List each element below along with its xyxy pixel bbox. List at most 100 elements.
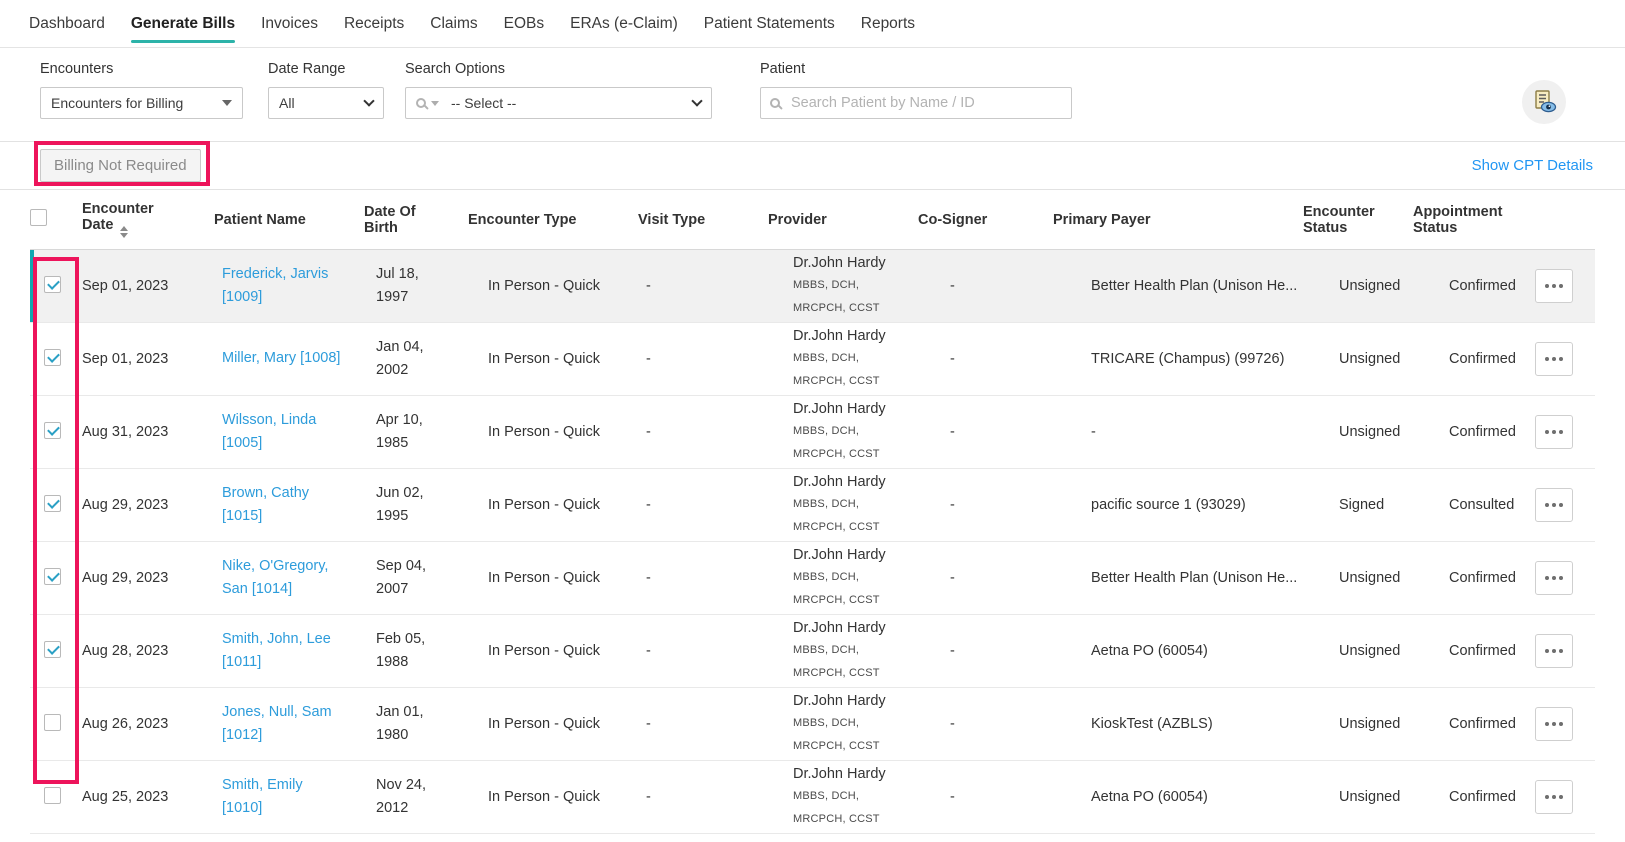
appointment-status: Confirmed bbox=[1449, 570, 1516, 586]
patient-name-link[interactable]: Miller, Mary [1008] bbox=[222, 347, 344, 370]
table-header-row: Encounter Date Patient Name Date Of Birt… bbox=[30, 190, 1595, 250]
visit-type-cell: - bbox=[638, 497, 768, 513]
show-cpt-details-link[interactable]: Show CPT Details bbox=[1472, 157, 1593, 174]
provider-name: Dr.John Hardy bbox=[793, 399, 918, 419]
sort-arrows-icon[interactable] bbox=[120, 226, 128, 238]
provider-name: Dr.John Hardy bbox=[793, 545, 918, 565]
encounter-status: Unsigned bbox=[1339, 570, 1400, 586]
row-actions-button[interactable] bbox=[1535, 342, 1573, 376]
ellipsis-icon bbox=[1559, 795, 1563, 799]
patient-name-link[interactable]: Wilsson, Linda [1005] bbox=[222, 409, 344, 455]
row-actions-button[interactable] bbox=[1535, 561, 1573, 595]
encounter-date: Aug 28, 2023 bbox=[82, 643, 168, 659]
select-all-cell bbox=[30, 201, 82, 238]
header-patient-name: Patient Name bbox=[214, 204, 364, 236]
row-actions-button[interactable] bbox=[1535, 415, 1573, 449]
row-checkbox[interactable] bbox=[44, 495, 61, 512]
row-checkbox[interactable] bbox=[44, 276, 61, 293]
nav-patient-statements[interactable]: Patient Statements bbox=[691, 0, 848, 47]
row-actions-button[interactable] bbox=[1535, 634, 1573, 668]
row-checkbox[interactable] bbox=[44, 422, 61, 439]
bill-preview-button[interactable] bbox=[1522, 80, 1566, 124]
visit-type-cell: - bbox=[638, 351, 768, 367]
patient-name-link[interactable]: Smith, John, Lee [1011] bbox=[222, 628, 344, 674]
primary-payer: Better Health Plan (Unison He... bbox=[1091, 278, 1297, 294]
provider-credentials: MBBS, DCH, MRCPCH, CCST bbox=[793, 274, 887, 319]
nav-claims[interactable]: Claims bbox=[417, 0, 490, 47]
ellipsis-icon bbox=[1559, 503, 1563, 507]
nav-eras-eclaim[interactable]: ERAs (e-Claim) bbox=[557, 0, 691, 47]
provider-cell: Dr.John Hardy MBBS, DCH, MRCPCH, CCST bbox=[768, 399, 918, 465]
appointment-status: Confirmed bbox=[1449, 278, 1516, 294]
provider-credentials: MBBS, DCH, MRCPCH, CCST bbox=[793, 347, 887, 392]
nav-dashboard[interactable]: Dashboard bbox=[16, 0, 118, 47]
nav-eobs[interactable]: EOBs bbox=[491, 0, 557, 47]
encounter-status-cell: Unsigned bbox=[1303, 789, 1413, 805]
patient-name-link[interactable]: Brown, Cathy [1015] bbox=[222, 482, 344, 528]
provider-name: Dr.John Hardy bbox=[793, 472, 918, 492]
co-signer-cell: - bbox=[918, 351, 1053, 367]
ellipsis-icon bbox=[1545, 649, 1549, 653]
chevron-down-icon bbox=[691, 95, 702, 106]
row-select-cell bbox=[30, 276, 82, 297]
row-actions-cell bbox=[1531, 269, 1595, 303]
encounter-status-cell: Unsigned bbox=[1303, 351, 1413, 367]
search-options-selected-value: -- Select -- bbox=[451, 95, 516, 111]
row-checkbox[interactable] bbox=[44, 714, 61, 731]
encounters-filter-group: Encounters Encounters for Billing bbox=[40, 61, 243, 119]
encounters-select[interactable]: Encounters for Billing bbox=[40, 87, 243, 119]
row-checkbox[interactable] bbox=[44, 641, 61, 658]
patient-name-link[interactable]: Frederick, Jarvis [1009] bbox=[222, 263, 344, 309]
provider-cell: Dr.John Hardy MBBS, DCH, MRCPCH, CCST bbox=[768, 764, 918, 830]
encounter-type-cell: In Person - Quick bbox=[468, 351, 638, 367]
primary-payer-cell: KioskTest (AZBLS) bbox=[1053, 716, 1303, 732]
row-actions-button[interactable] bbox=[1535, 488, 1573, 522]
patient-name-link[interactable]: Smith, Emily [1010] bbox=[222, 774, 344, 820]
encounter-date: Sep 01, 2023 bbox=[82, 351, 168, 367]
visit-type: - bbox=[646, 789, 651, 805]
patient-name-link[interactable]: Jones, Null, Sam [1012] bbox=[222, 701, 344, 747]
patient-name-cell: Nike, O'Gregory, San [1014] bbox=[214, 555, 364, 601]
billing-not-required-button[interactable]: Billing Not Required bbox=[40, 149, 201, 182]
date-range-select[interactable]: All bbox=[268, 87, 384, 119]
appointment-status-cell: Confirmed bbox=[1413, 570, 1531, 586]
table-row: Sep 01, 2023 Frederick, Jarvis [1009] Ju… bbox=[30, 250, 1595, 323]
appointment-status-cell: Confirmed bbox=[1413, 643, 1531, 659]
row-select-cell bbox=[30, 568, 82, 589]
visit-type: - bbox=[646, 278, 651, 294]
ellipsis-icon bbox=[1559, 722, 1563, 726]
nav-invoices[interactable]: Invoices bbox=[248, 0, 331, 47]
nav-receipts[interactable]: Receipts bbox=[331, 0, 417, 47]
select-all-checkbox[interactable] bbox=[30, 209, 47, 226]
row-checkbox[interactable] bbox=[44, 349, 61, 366]
row-checkbox[interactable] bbox=[44, 568, 61, 585]
date-of-birth: Jan 04, 2002 bbox=[376, 336, 446, 382]
table-row: Aug 29, 2023 Brown, Cathy [1015] Jun 02,… bbox=[30, 469, 1595, 542]
date-of-birth-cell: Jan 04, 2002 bbox=[364, 336, 468, 382]
ellipsis-icon bbox=[1559, 357, 1563, 361]
patient-name-link[interactable]: Nike, O'Gregory, San [1014] bbox=[222, 555, 344, 601]
row-select-cell bbox=[30, 422, 82, 443]
row-actions-button[interactable] bbox=[1535, 707, 1573, 741]
appointment-status-cell: Consulted bbox=[1413, 497, 1531, 513]
encounter-type: In Person - Quick bbox=[488, 351, 600, 367]
row-checkbox[interactable] bbox=[44, 787, 61, 804]
patient-name-cell: Smith, John, Lee [1011] bbox=[214, 628, 364, 674]
search-options-select[interactable]: -- Select -- bbox=[405, 87, 712, 119]
encounters-label: Encounters bbox=[40, 61, 243, 77]
visit-type-cell: - bbox=[638, 570, 768, 586]
encounter-status: Unsigned bbox=[1339, 351, 1400, 367]
row-actions-cell bbox=[1531, 488, 1595, 522]
patient-name-cell: Jones, Null, Sam [1012] bbox=[214, 701, 364, 747]
nav-reports[interactable]: Reports bbox=[848, 0, 928, 47]
nav-generate-bills[interactable]: Generate Bills bbox=[118, 0, 248, 47]
ellipsis-icon bbox=[1545, 284, 1549, 288]
row-actions-button[interactable] bbox=[1535, 269, 1573, 303]
provider-name: Dr.John Hardy bbox=[793, 618, 918, 638]
co-signer-cell: - bbox=[918, 278, 1053, 294]
row-actions-button[interactable] bbox=[1535, 780, 1573, 814]
magnifier-icon bbox=[416, 98, 426, 108]
ellipsis-icon bbox=[1552, 430, 1556, 434]
appointment-status-cell: Confirmed bbox=[1413, 716, 1531, 732]
patient-search-input[interactable] bbox=[789, 94, 1062, 112]
